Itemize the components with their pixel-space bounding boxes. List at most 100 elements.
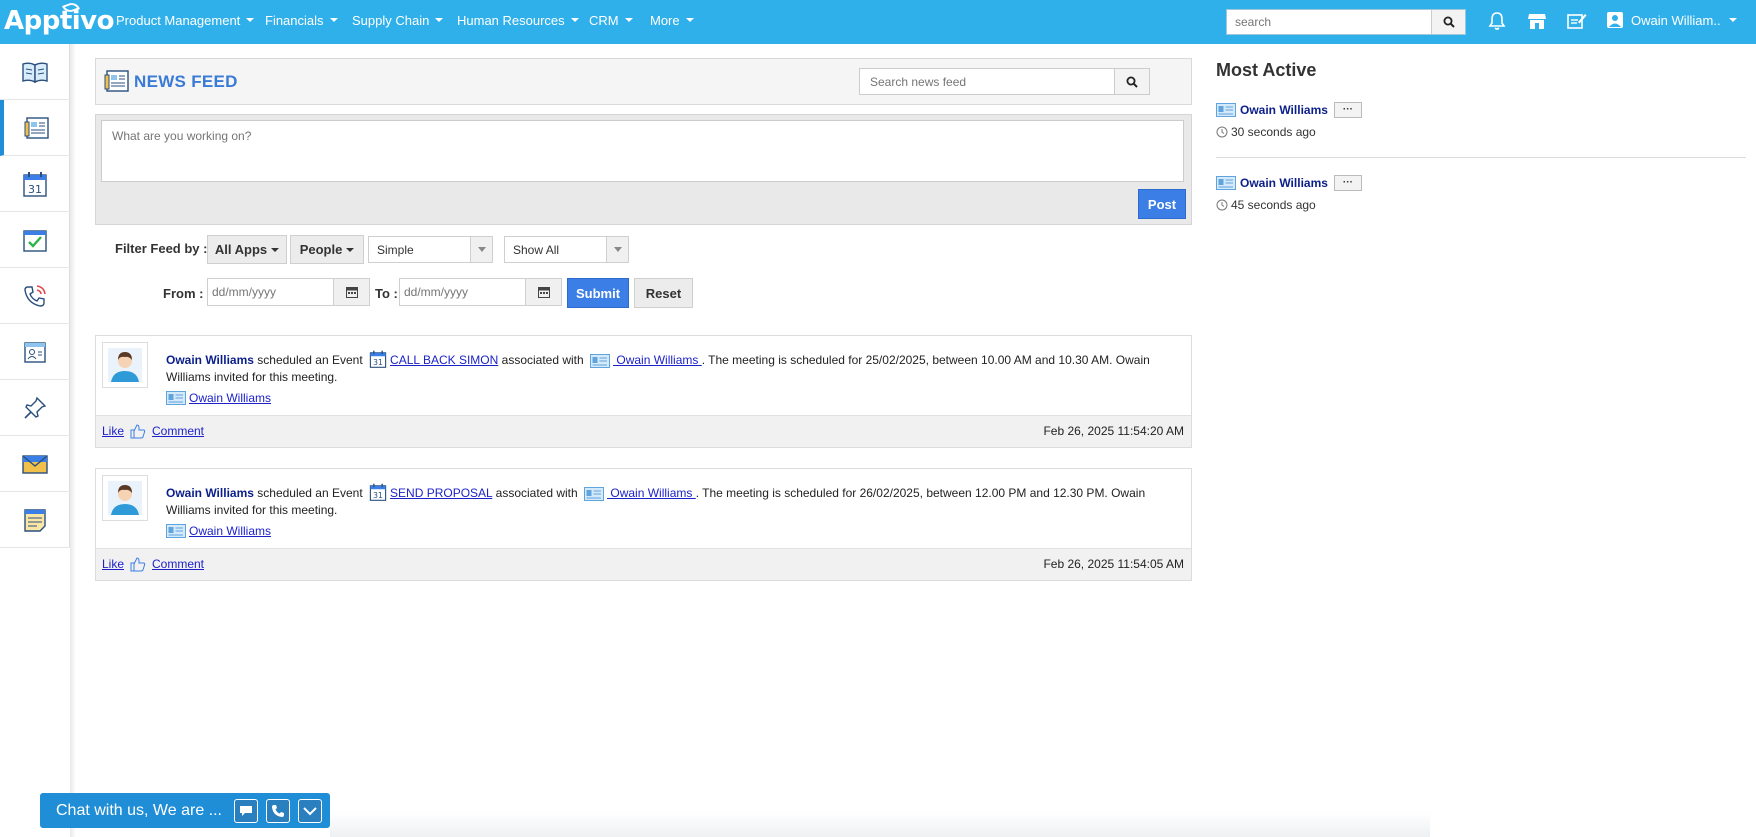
submit-button[interactable]: Submit bbox=[567, 278, 629, 308]
sidebar-item-pins[interactable] bbox=[0, 380, 70, 436]
svg-text:31: 31 bbox=[373, 358, 383, 367]
most-active-name[interactable]: Owain Williams bbox=[1240, 176, 1328, 190]
sidebar-item-notes[interactable] bbox=[0, 492, 70, 548]
apptivo-logo[interactable]: Apptivo bbox=[4, 0, 115, 38]
dropdown-label: All Apps bbox=[214, 242, 268, 257]
post-button[interactable]: Post bbox=[1138, 189, 1186, 219]
search-button[interactable] bbox=[1431, 10, 1465, 34]
search-icon bbox=[1443, 16, 1455, 28]
most-active-item: Owain Williams ··· 45 seconds ago bbox=[1216, 175, 1746, 212]
post-timestamp: Feb 26, 2025 11:54:20 AM bbox=[1043, 424, 1184, 438]
filter-feed-label: Filter Feed by : bbox=[115, 241, 208, 256]
contact-card-icon bbox=[590, 354, 611, 368]
from-date-field bbox=[207, 278, 370, 306]
to-label: To : bbox=[375, 286, 398, 301]
post-composer-input[interactable] bbox=[101, 120, 1184, 182]
reset-button[interactable]: Reset bbox=[634, 278, 693, 308]
contact-link[interactable]: Owain Williams bbox=[607, 486, 696, 500]
post-footer: Like Comment Feb 26, 2025 11:54:20 AM bbox=[96, 415, 1191, 447]
caret-down-icon bbox=[271, 247, 280, 252]
comment-link[interactable]: Comment bbox=[152, 557, 204, 571]
divider bbox=[1216, 157, 1746, 158]
nav-product-management[interactable]: Product Management bbox=[116, 0, 255, 40]
nav-more[interactable]: More bbox=[650, 0, 694, 40]
contact-card-icon bbox=[166, 391, 186, 405]
more-options-button[interactable]: ··· bbox=[1333, 175, 1362, 191]
post-text: Owain Williams scheduled an Event 31 SEND… bbox=[166, 483, 1166, 519]
nav-financials[interactable]: Financials bbox=[265, 0, 338, 40]
sidebar-item-contacts[interactable] bbox=[0, 324, 70, 380]
sidebar-item-calls[interactable] bbox=[0, 268, 70, 324]
caret-down-icon bbox=[570, 18, 579, 22]
most-active-name[interactable]: Owain Williams bbox=[1240, 103, 1328, 117]
notes-icon bbox=[24, 508, 46, 532]
tag-link[interactable]: Owain Williams bbox=[189, 391, 271, 405]
notifications-bell-icon[interactable] bbox=[1486, 10, 1508, 32]
calendar-icon: 31 bbox=[23, 171, 47, 197]
to-date-input[interactable] bbox=[400, 279, 525, 305]
more-options-button[interactable]: ··· bbox=[1333, 102, 1362, 118]
calendar-icon: 31 bbox=[369, 350, 387, 368]
to-date-picker-button[interactable] bbox=[525, 279, 561, 305]
to-date-field bbox=[399, 278, 562, 306]
global-search-input[interactable] bbox=[1227, 10, 1432, 34]
news-feed-icon bbox=[104, 70, 129, 92]
nav-label: CRM bbox=[589, 12, 619, 28]
calendar-icon bbox=[537, 287, 550, 298]
contact-card-icon bbox=[1216, 103, 1236, 117]
all-apps-dropdown[interactable]: All Apps bbox=[207, 235, 287, 264]
user-menu[interactable]: Owain William.. bbox=[1607, 0, 1737, 40]
store-icon[interactable] bbox=[1526, 10, 1548, 32]
view-mode-select[interactable]: Simple bbox=[368, 236, 493, 263]
sidebar-item-book[interactable] bbox=[0, 44, 70, 100]
post-text: Owain Williams scheduled an Event 31 CALL… bbox=[166, 350, 1166, 386]
event-link[interactable]: CALL BACK SIMON bbox=[390, 353, 498, 367]
post-author[interactable]: Owain Williams bbox=[166, 486, 254, 500]
chat-widget[interactable]: Chat with us, We are ... bbox=[40, 793, 330, 828]
post-timestamp: Feb 26, 2025 11:54:05 AM bbox=[1043, 557, 1184, 571]
nav-human-resources[interactable]: Human Resources bbox=[457, 0, 579, 40]
tag-link[interactable]: Owain Williams bbox=[189, 524, 271, 538]
like-link[interactable]: Like bbox=[102, 557, 124, 571]
event-link[interactable]: SEND PROPOSAL bbox=[390, 486, 492, 500]
bottom-fade bbox=[330, 812, 1430, 837]
sidebar-item-calendar[interactable]: 31 bbox=[0, 156, 70, 212]
task-check-icon bbox=[23, 229, 47, 252]
sidebar-item-tasks[interactable] bbox=[0, 212, 70, 268]
from-date-picker-button[interactable] bbox=[333, 279, 369, 305]
news-feed-search bbox=[859, 68, 1150, 95]
news-feed-search-button[interactable] bbox=[1114, 69, 1149, 94]
post-assoc-text: associated with bbox=[495, 486, 578, 500]
user-avatar-icon bbox=[108, 481, 142, 515]
nav-label: Product Management bbox=[116, 12, 241, 28]
chat-call-button[interactable] bbox=[266, 798, 290, 823]
show-filter-select[interactable]: Show All bbox=[504, 236, 629, 263]
most-active-item: Owain Williams ··· 30 seconds ago bbox=[1216, 102, 1746, 139]
activity-time: 30 seconds ago bbox=[1231, 125, 1316, 139]
contact-card-icon bbox=[1216, 176, 1236, 190]
caret-down-icon bbox=[246, 18, 255, 22]
chat-message-button[interactable] bbox=[234, 798, 258, 823]
chat-minimize-button[interactable] bbox=[298, 798, 322, 823]
news-feed-search-input[interactable] bbox=[860, 69, 1115, 94]
chevron-down-icon bbox=[303, 806, 317, 815]
like-link[interactable]: Like bbox=[102, 424, 124, 438]
sidebar-item-mail[interactable] bbox=[0, 436, 70, 492]
post-author[interactable]: Owain Williams bbox=[166, 353, 254, 367]
page-title: NEWS FEED bbox=[134, 72, 238, 91]
sidebar-item-news-feed[interactable] bbox=[0, 100, 70, 156]
author-avatar[interactable] bbox=[102, 475, 148, 521]
thumbs-up-icon[interactable] bbox=[130, 423, 146, 439]
nav-crm[interactable]: CRM bbox=[589, 0, 633, 40]
edit-note-icon[interactable] bbox=[1566, 10, 1588, 32]
nav-supply-chain[interactable]: Supply Chain bbox=[352, 0, 444, 40]
clock-icon bbox=[1216, 199, 1228, 211]
select-arrow-icon bbox=[606, 237, 628, 262]
from-date-input[interactable] bbox=[208, 279, 333, 305]
nav-label: Financials bbox=[265, 12, 324, 28]
author-avatar[interactable] bbox=[102, 342, 148, 388]
contact-link[interactable]: Owain Williams bbox=[613, 353, 702, 367]
thumbs-up-icon[interactable] bbox=[130, 556, 146, 572]
comment-link[interactable]: Comment bbox=[152, 424, 204, 438]
people-dropdown[interactable]: People bbox=[290, 235, 364, 264]
